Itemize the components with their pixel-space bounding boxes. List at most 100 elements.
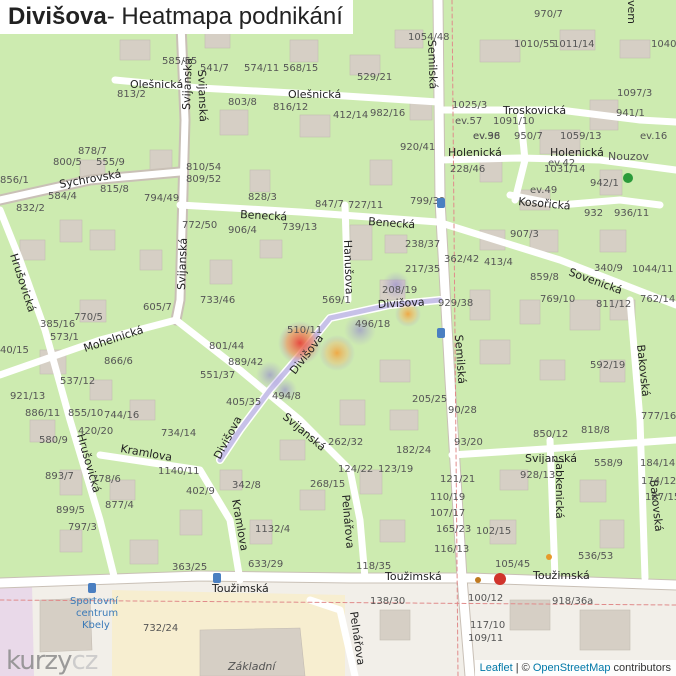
house-number: 847/7 <box>315 199 344 210</box>
house-number: 100/12 <box>468 593 503 604</box>
vet-icon <box>494 573 506 585</box>
house-number: 1010/55 <box>514 39 556 50</box>
house-number: 574/11 <box>244 63 279 74</box>
house-number: 116/13 <box>434 544 469 555</box>
map-attribution: Leaflet | © OpenStreetMap contributors <box>474 660 676 676</box>
house-number: 187/15 <box>645 492 676 503</box>
house-number: 1097/3 <box>617 88 652 99</box>
map-canvas[interactable]: Olešnická Olešnická Sychrovská Benecká B… <box>0 0 676 676</box>
street-label: Benecká <box>240 208 288 223</box>
house-number: 813/2 <box>117 89 146 100</box>
poi-label: Základní <box>227 660 277 673</box>
house-number: 1025/3 <box>452 100 487 111</box>
house-number: 818/8 <box>581 425 610 436</box>
attribution-tail: contributors <box>610 662 671 674</box>
house-number: 906/4 <box>228 225 257 236</box>
house-number: 93/20 <box>454 437 483 448</box>
poi-label: Kbely <box>82 620 110 631</box>
house-number: 1040/46 <box>651 39 676 50</box>
house-number: 893/7 <box>45 471 74 482</box>
house-number: 941/1 <box>616 108 645 119</box>
logo-text: kurzy <box>6 646 72 676</box>
house-number: 385/16 <box>40 319 75 330</box>
house-number: 238/37 <box>405 239 440 250</box>
osm-link[interactable]: OpenStreetMap <box>533 662 611 674</box>
house-number: 109/11 <box>468 633 503 644</box>
house-number: 1054/48 <box>408 32 450 43</box>
house-number: 921/13 <box>10 391 45 402</box>
street-label: Toužimská <box>384 570 442 583</box>
house-number: 413/4 <box>484 257 513 268</box>
house-number: 811/12 <box>596 299 631 310</box>
house-number: 1059/13 <box>560 131 602 142</box>
house-number: 165/23 <box>436 524 471 535</box>
house-number: 950/7 <box>514 131 543 142</box>
title-suffix: - Heatmapa podnikání <box>106 3 343 30</box>
logo-suffix: cz <box>71 646 98 676</box>
street-label: Semilská <box>425 40 440 90</box>
poi-label: centrum <box>76 608 118 619</box>
bus-stop-icon <box>88 583 96 593</box>
house-number: 541/7 <box>200 63 229 74</box>
house-number: 733/46 <box>200 295 235 306</box>
house-number: 732/24 <box>143 623 178 634</box>
house-number: 362/42 <box>444 254 479 265</box>
house-number: 810/54 <box>186 162 221 173</box>
house-number: 558/9 <box>594 458 623 469</box>
street-label: Toužimská <box>532 569 590 582</box>
house-number: 584/4 <box>48 191 77 202</box>
house-number: 633/29 <box>248 559 283 570</box>
house-number: 778/6 <box>92 474 121 485</box>
house-number: 494/8 <box>272 391 301 402</box>
house-number: 828/3 <box>248 192 277 203</box>
house-number: 208/19 <box>382 285 417 296</box>
house-number: 942/1 <box>590 178 619 189</box>
house-number: 1132/4 <box>255 524 290 535</box>
house-number: 886/11 <box>25 408 60 419</box>
house-number: 801/44 <box>209 341 244 352</box>
house-number: 205/25 <box>412 394 447 405</box>
house-number: 1140/11 <box>158 466 200 477</box>
house-number: 342/8 <box>232 480 261 491</box>
house-number: ev.42 <box>548 158 575 169</box>
street-label: Holenická <box>448 146 502 159</box>
house-number: 496/18 <box>355 319 390 330</box>
house-number: 815/8 <box>100 184 129 195</box>
house-number: 536/53 <box>578 551 613 562</box>
house-number: 770/5 <box>74 312 103 323</box>
house-number: 970/7 <box>534 9 563 20</box>
bus-stop-icon <box>213 573 221 583</box>
house-number: 797/3 <box>68 522 97 533</box>
house-number: 268/15 <box>310 479 345 490</box>
street-label: Olešnická <box>288 88 341 101</box>
house-number: 123/19 <box>378 464 413 475</box>
locality-label: Nouzov <box>608 150 649 163</box>
house-number: 573/1 <box>50 332 79 343</box>
street-label: Svijanská <box>195 70 210 122</box>
house-number: 920/41 <box>400 142 435 153</box>
house-number: 262/32 <box>328 437 363 448</box>
house-number: 800/5 <box>53 157 82 168</box>
house-number: 105/45 <box>495 559 530 570</box>
house-number: 138/30 <box>370 596 405 607</box>
street-label: Jabkenická <box>553 459 566 519</box>
attribution-sep: | © <box>512 662 533 674</box>
house-number: 727/11 <box>348 200 383 211</box>
street-label: Svijanská <box>175 238 190 290</box>
house-number: 107/17 <box>430 508 465 519</box>
house-number: 734/14 <box>161 428 196 439</box>
page-title: Divišova - Heatmapa podnikání <box>0 0 353 34</box>
house-number: ev.57 <box>455 116 482 127</box>
kurzy-logo[interactable]: kurzycz <box>6 646 98 676</box>
house-number: 121/21 <box>440 474 475 485</box>
house-number: 762/14 <box>640 294 675 305</box>
leaflet-link[interactable]: Leaflet <box>480 662 513 674</box>
house-number: ev.16 <box>640 131 667 142</box>
house-number: 569/1 <box>322 295 351 306</box>
house-number: 1091/10 <box>493 116 535 127</box>
house-number: 605/7 <box>143 302 172 313</box>
playground-icon <box>623 173 633 183</box>
house-number: 855/10 <box>68 408 103 419</box>
house-number: 856/1 <box>0 175 29 186</box>
house-number: 832/2 <box>16 203 45 214</box>
